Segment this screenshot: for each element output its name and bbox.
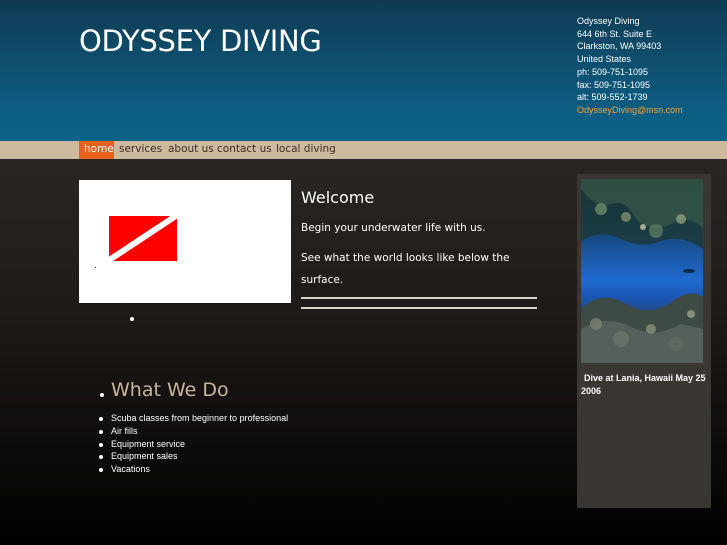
divider-bottom [301, 307, 537, 309]
service-item: Equipment sales [99, 450, 288, 463]
hero-image [79, 180, 291, 303]
hero-speck [95, 267, 96, 268]
contact-block: Odyssey Diving 644 6th St. Suite E Clark… [577, 15, 683, 117]
underwater-photo[interactable] [581, 179, 703, 363]
contact-phone: ph: 509-751-1095 [577, 66, 649, 77]
contact-address1: 644 6th St. Suite E [577, 28, 653, 39]
service-item: Scuba classes from beginner to professio… [99, 412, 288, 425]
dive-flag-logo [109, 216, 177, 261]
what-we-do-heading: What We Do [111, 379, 229, 401]
welcome-line-3: surface. [301, 274, 344, 286]
divider-top [301, 297, 537, 299]
contact-fax: fax: 509-751-1095 [577, 79, 651, 90]
contact-name: Odyssey Diving [577, 16, 640, 26]
site-header: ODYSSEY DIVING Odyssey Diving 644 6th St… [0, 0, 727, 141]
contact-alt-phone: alt: 509-552-1739 [577, 92, 648, 103]
nav-item-local-diving[interactable]: local diving [271, 141, 341, 159]
site-title: ODYSSEY DIVING [79, 24, 322, 58]
services-list: Scuba classes from beginner to professio… [99, 412, 288, 476]
service-item: Air fills [99, 425, 288, 438]
welcome-line-1: Begin your underwater life with us. [301, 222, 486, 234]
welcome-heading: Welcome [301, 188, 375, 207]
underwater-photo-art [581, 179, 703, 363]
dive-flag-stripe [109, 216, 177, 261]
sidebar-panel: Dive at Lania, Hawaii May 25 2006 [577, 174, 711, 508]
service-item: Equipment service [99, 438, 288, 451]
contact-email-link[interactable]: OdysseyDiving@msn.com [577, 104, 683, 117]
nav-item-about-us[interactable]: about us [163, 141, 219, 159]
contact-address2: Clarkston, WA 99403 [577, 41, 662, 52]
photo-caption: Dive at Lania, Hawaii May 25 2006 [581, 373, 706, 396]
section-bullet [100, 393, 104, 397]
stray-bullet [130, 317, 134, 321]
nav-item-home[interactable]: home [79, 141, 114, 159]
nav-item-contact-us[interactable]: contact us [212, 141, 277, 159]
contact-country: United States [577, 54, 632, 65]
service-item: Vacations [99, 463, 288, 476]
welcome-line-2: See what the world looks like below the [301, 252, 510, 264]
nav-item-services[interactable]: services [114, 141, 167, 159]
main-nav: home services about us contact us local … [0, 141, 727, 159]
